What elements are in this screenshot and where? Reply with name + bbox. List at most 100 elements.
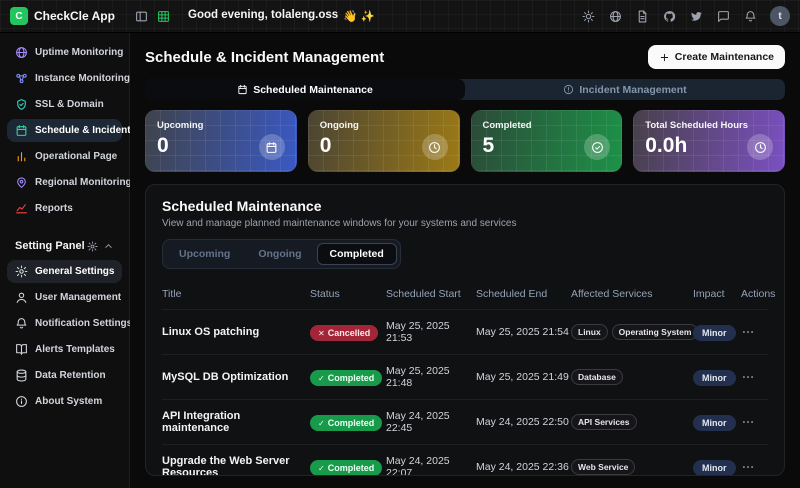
sidebar-item[interactable]: Operational Page bbox=[7, 145, 122, 168]
sidebar-toggle-icon[interactable] bbox=[130, 5, 152, 27]
row-actions-button[interactable] bbox=[741, 325, 768, 339]
scheduled-end: May 25, 2025 21:54 bbox=[476, 326, 571, 338]
filter-tab[interactable]: Upcoming bbox=[166, 243, 243, 265]
filter-tab[interactable]: Completed bbox=[317, 243, 397, 265]
service-tag: Database bbox=[571, 369, 623, 385]
apps-grid-icon[interactable] bbox=[152, 5, 174, 27]
sidebar-settings-nav: General Settings User Management Notific… bbox=[7, 260, 122, 413]
row-actions-button[interactable] bbox=[741, 370, 768, 384]
sidebar-item[interactable]: Regional Monitoring bbox=[7, 171, 122, 194]
sidebar-item-label: Notification Settings bbox=[35, 318, 132, 329]
sidebar-settings-item[interactable]: About System bbox=[7, 390, 122, 413]
notifications-bell-icon[interactable] bbox=[739, 5, 761, 27]
affected-services: Database bbox=[571, 369, 693, 385]
main-tabs: Scheduled Maintenance Incident Managemen… bbox=[145, 79, 785, 100]
service-tag: Operating System bbox=[612, 324, 699, 340]
maintenance-table: TitleStatusScheduled StartScheduled EndA… bbox=[162, 281, 768, 476]
column-header: Title bbox=[162, 288, 310, 300]
maintenance-title: MySQL DB Optimization bbox=[162, 371, 310, 383]
line-chart-icon bbox=[15, 202, 28, 215]
book-icon bbox=[15, 343, 28, 356]
check-circle-icon bbox=[591, 141, 604, 154]
sidebar-item[interactable]: Reports bbox=[7, 197, 122, 220]
scheduled-maintenance-panel: Scheduled Maintenance View and manage pl… bbox=[145, 184, 785, 476]
status-badge: Completed bbox=[310, 370, 382, 386]
language-globe-icon[interactable] bbox=[604, 5, 626, 27]
impact-badge: Minor bbox=[693, 325, 736, 341]
status-icon bbox=[318, 373, 325, 383]
ellipsis-icon bbox=[741, 370, 755, 384]
table-row: API Integration maintenance Completed Ma… bbox=[162, 399, 768, 444]
impact-badge: Minor bbox=[693, 460, 736, 476]
ellipsis-icon bbox=[741, 415, 755, 429]
filter-tab[interactable]: Ongoing bbox=[245, 243, 314, 265]
status-icon bbox=[318, 418, 325, 428]
sidebar-nav: Uptime Monitoring Instance Monitoring SS… bbox=[7, 41, 122, 220]
chat-icon[interactable] bbox=[712, 5, 734, 27]
globe-icon bbox=[15, 46, 28, 59]
stat-label: Ongoing bbox=[320, 120, 448, 131]
scheduled-start: May 25, 2025 21:48 bbox=[386, 365, 476, 389]
user-avatar[interactable]: t bbox=[770, 6, 790, 26]
scheduled-end: May 25, 2025 21:49 bbox=[476, 371, 571, 383]
column-header: Impact bbox=[693, 288, 741, 300]
row-actions-button[interactable] bbox=[741, 415, 768, 429]
greeting-text: Good evening, tolaleng.oss 👋 ✨ bbox=[188, 9, 375, 23]
alert-circle-icon bbox=[563, 84, 574, 95]
github-icon[interactable] bbox=[658, 5, 680, 27]
sidebar-item[interactable]: Uptime Monitoring bbox=[7, 41, 122, 64]
scheduled-start: May 25, 2025 21:53 bbox=[386, 320, 476, 344]
sidebar-item-label: Data Retention bbox=[35, 370, 106, 381]
chevron-up-icon[interactable] bbox=[103, 241, 114, 252]
create-maintenance-button[interactable]: Create Maintenance bbox=[648, 45, 785, 69]
sidebar-item[interactable]: Schedule & Incident bbox=[7, 119, 122, 142]
calendar-icon bbox=[265, 141, 278, 154]
status-filter-tabs: Upcoming Ongoing Completed bbox=[162, 239, 401, 269]
stat-label: Upcoming bbox=[157, 120, 285, 131]
sidebar-item[interactable]: Instance Monitoring bbox=[7, 67, 122, 90]
sidebar-item[interactable]: SSL & Domain bbox=[7, 93, 122, 116]
impact-badge: Minor bbox=[693, 415, 736, 431]
stat-label: Total Scheduled Hours bbox=[645, 120, 773, 131]
row-actions-button[interactable] bbox=[741, 460, 768, 474]
column-header: Status bbox=[310, 288, 386, 300]
gear-icon bbox=[87, 241, 98, 252]
twitter-icon[interactable] bbox=[685, 5, 707, 27]
ellipsis-icon bbox=[741, 325, 755, 339]
nodes-icon bbox=[15, 72, 28, 85]
sidebar: Uptime Monitoring Instance Monitoring SS… bbox=[0, 33, 130, 488]
docs-icon[interactable] bbox=[631, 5, 653, 27]
app-brand[interactable]: C CheckCle App bbox=[10, 7, 130, 25]
stat-cards: Upcoming 0 Ongoing 0 Completed 5 bbox=[145, 110, 785, 172]
stat-card: Total Scheduled Hours 0.0h bbox=[633, 110, 785, 172]
settings-panel-header[interactable]: Setting Panel bbox=[7, 236, 122, 256]
sidebar-settings-item[interactable]: Data Retention bbox=[7, 364, 122, 387]
stat-label: Completed bbox=[483, 120, 611, 131]
ellipsis-icon bbox=[741, 460, 755, 474]
theme-toggle-icon[interactable] bbox=[577, 5, 599, 27]
sidebar-item-label: Schedule & Incident bbox=[35, 125, 131, 136]
bar-chart-icon bbox=[15, 150, 28, 163]
service-tag: Linux bbox=[571, 324, 608, 340]
status-badge: Completed bbox=[310, 415, 382, 431]
sidebar-settings-item[interactable]: Alerts Templates bbox=[7, 338, 122, 361]
sidebar-item-label: SSL & Domain bbox=[35, 99, 104, 110]
wave-sparkle-emoji: 👋 ✨ bbox=[343, 9, 375, 23]
sidebar-item-label: About System bbox=[35, 396, 102, 407]
tab[interactable]: Scheduled Maintenance bbox=[145, 79, 465, 100]
column-header: Scheduled End bbox=[476, 288, 571, 300]
sidebar-item-label: Instance Monitoring bbox=[35, 73, 130, 84]
sidebar-settings-item[interactable]: Notification Settings bbox=[7, 312, 122, 335]
sidebar-item-label: Alerts Templates bbox=[35, 344, 115, 355]
page-title: Schedule & Incident Management bbox=[145, 49, 384, 66]
database-icon bbox=[15, 369, 28, 382]
clock-icon bbox=[428, 141, 441, 154]
maintenance-title: Linux OS patching bbox=[162, 326, 310, 338]
tab[interactable]: Incident Management bbox=[465, 79, 785, 100]
calendar-icon bbox=[15, 124, 28, 137]
stat-card: Ongoing 0 bbox=[308, 110, 460, 172]
sidebar-settings-item[interactable]: User Management bbox=[7, 286, 122, 309]
app-logo: C bbox=[10, 7, 28, 25]
sidebar-item-label: General Settings bbox=[35, 266, 114, 277]
sidebar-settings-item[interactable]: General Settings bbox=[7, 260, 122, 283]
